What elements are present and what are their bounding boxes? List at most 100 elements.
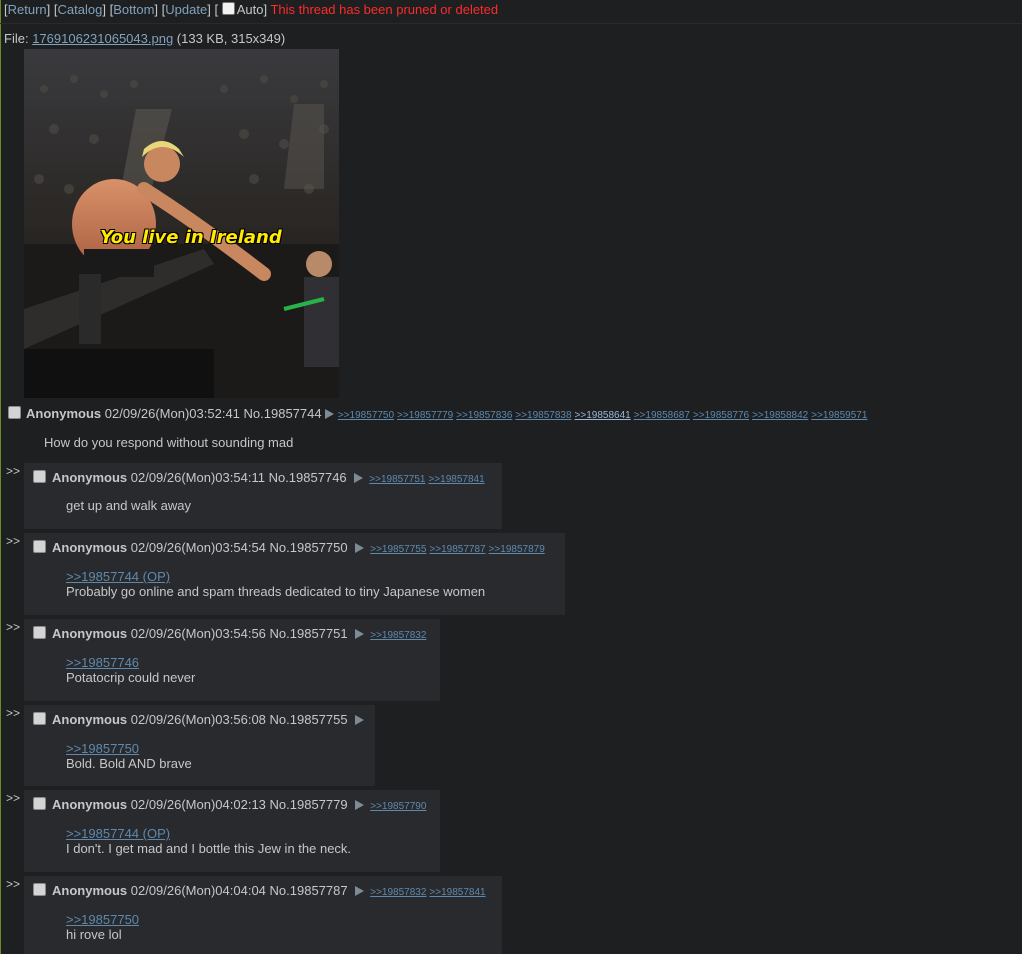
post-datetime: 02/09/26(Mon)03:54:54	[130, 540, 266, 555]
post-number[interactable]: No.19857746	[269, 470, 347, 485]
backlink[interactable]: >>19857838	[515, 410, 571, 421]
reply-side-marker: >>	[6, 706, 21, 720]
reply-header: Anonymous 02/09/26(Mon)04:02:13 No.19857…	[33, 796, 429, 815]
poster-name: Anonymous	[52, 797, 128, 812]
post-menu-arrow-icon[interactable]	[355, 886, 365, 896]
post-number[interactable]: No.19857755	[270, 712, 348, 727]
reply-side-marker: >>	[6, 877, 21, 891]
backlink[interactable]: >>19857879	[489, 544, 545, 555]
reply-select-checkbox[interactable]	[33, 712, 46, 725]
reply-side-marker: >>	[6, 620, 21, 634]
op-backlinks: >>19857750 >>19857779 >>19857836 >>19857838…	[338, 406, 871, 421]
backlink[interactable]: >>19858776	[693, 410, 749, 421]
message-text: hi rove lol	[66, 927, 122, 942]
backlink[interactable]: >>19857841	[429, 887, 485, 898]
post-menu-arrow-icon[interactable]	[325, 409, 335, 419]
poster-name: Anonymous	[52, 626, 128, 641]
message-text: Potatocrip could never	[66, 670, 196, 685]
reply-side-marker: >>	[6, 464, 21, 478]
quote-link[interactable]: >>19857744 (OP)	[66, 569, 170, 584]
reply-message: >>19857744 (OP) I don't. I get mad and I …	[66, 826, 351, 856]
file-label: File:	[4, 31, 29, 46]
post-number[interactable]: No.19857750	[270, 540, 348, 555]
image-caption-text: You live in Ireland	[100, 227, 282, 248]
reply-side-marker: >>	[6, 534, 21, 548]
thread-status-message: This thread has been pruned or deleted	[270, 2, 499, 17]
backlink[interactable]: >>19857841	[428, 474, 484, 485]
quote-link[interactable]: >>19857746	[66, 655, 139, 670]
post-menu-arrow-icon[interactable]	[355, 800, 365, 810]
post-datetime: 02/09/26(Mon)04:02:13	[130, 797, 266, 812]
reply-message: >>19857746 Potatocrip could never	[66, 655, 195, 685]
post-number[interactable]: No.19857751	[270, 626, 348, 641]
quote-link[interactable]: >>19857744 (OP)	[66, 826, 170, 841]
post-menu-arrow-icon[interactable]	[355, 543, 365, 553]
backlink[interactable]: >>19857755	[370, 544, 426, 555]
reply-header: Anonymous 02/09/26(Mon)03:56:08 No.19857…	[33, 711, 370, 728]
op-select-checkbox[interactable]	[8, 406, 21, 419]
reply-header: Anonymous 02/09/26(Mon)03:54:54 No.19857…	[33, 539, 548, 558]
op-message: How do you respond without sounding mad	[44, 435, 294, 450]
reply-header: Anonymous 02/09/26(Mon)03:54:11 No.19857…	[33, 469, 488, 488]
update-link[interactable]: Update	[165, 2, 207, 17]
quote-link[interactable]: >>19857750	[66, 741, 139, 756]
post-datetime: 02/09/26(Mon)03:54:56	[130, 626, 266, 641]
auto-update-checkbox[interactable]	[221, 2, 235, 15]
reply-select-checkbox[interactable]	[33, 540, 46, 553]
post-datetime: 02/09/26(Mon)03:56:08	[130, 712, 266, 727]
backlink[interactable]: >>19858842	[752, 410, 808, 421]
op-post-header: Anonymous 02/09/26(Mon)03:52:41 No.19857…	[8, 405, 870, 425]
backlink[interactable]: >>19857832	[370, 630, 426, 641]
reply-message: >>19857744 (OP) Probably go online and sp…	[66, 569, 485, 599]
poster-name: Anonymous	[52, 883, 128, 898]
return-link[interactable]: Return	[8, 2, 47, 17]
quote-link[interactable]: >>19857750	[66, 912, 139, 927]
backlink[interactable]: >>19857750	[338, 410, 394, 421]
backlink[interactable]: >>19859571	[811, 410, 867, 421]
reply-message: >>19857750 hi rove lol	[66, 912, 139, 942]
op-image-art	[24, 49, 339, 398]
backlink[interactable]: >>19858641	[575, 410, 631, 421]
left-accent-bar	[0, 0, 1, 954]
post-datetime: 02/09/26(Mon)03:52:41	[104, 406, 240, 421]
reply-box: Anonymous 02/09/26(Mon)03:54:56 No.19857…	[24, 619, 440, 701]
backlink[interactable]: >>19857787	[429, 544, 485, 555]
reply-box: Anonymous 02/09/26(Mon)03:56:08 No.19857…	[24, 705, 375, 786]
catalog-link[interactable]: Catalog	[58, 2, 103, 17]
bottom-link[interactable]: Bottom	[113, 2, 154, 17]
reply-select-checkbox[interactable]	[33, 470, 46, 483]
post-menu-arrow-icon[interactable]	[355, 629, 365, 639]
message-text: get up and walk away	[66, 498, 192, 513]
post-number[interactable]: No.19857744	[244, 406, 322, 421]
backlink[interactable]: >>19857751	[369, 474, 425, 485]
reply-select-checkbox[interactable]	[33, 797, 46, 810]
post-menu-arrow-icon[interactable]	[354, 473, 364, 483]
op-image-thumbnail[interactable]: You live in Ireland	[24, 49, 339, 398]
post-datetime: 02/09/26(Mon)03:54:11	[130, 470, 265, 485]
reply-select-checkbox[interactable]	[33, 626, 46, 639]
reply-message: get up and walk away	[66, 498, 191, 513]
reply-select-checkbox[interactable]	[33, 883, 46, 896]
post-datetime: 02/09/26(Mon)04:04:04	[130, 883, 266, 898]
message-text: Probably go online and spam threads dedi…	[66, 584, 486, 599]
reply-header: Anonymous 02/09/26(Mon)04:04:04 No.19857…	[33, 882, 489, 901]
poster-name: Anonymous	[52, 712, 128, 727]
backlink[interactable]: >>19858687	[634, 410, 690, 421]
thread-nav: [Return] [Catalog] [Bottom] [Update] [ A…	[4, 2, 499, 17]
post-number[interactable]: No.19857787	[270, 883, 348, 898]
op-file-info: File: 1769106231065043.png (133 KB, 315x…	[4, 31, 285, 46]
poster-name: Anonymous	[52, 470, 128, 485]
backlink[interactable]: >>19857790	[370, 801, 426, 812]
post-number[interactable]: No.19857779	[270, 797, 348, 812]
reply-header: Anonymous 02/09/26(Mon)03:54:56 No.19857…	[33, 625, 429, 644]
poster-name: Anonymous	[52, 540, 128, 555]
divider	[0, 23, 1022, 24]
post-menu-arrow-icon[interactable]	[355, 715, 365, 725]
auto-label: Auto	[236, 2, 264, 17]
poster-name: Anonymous	[26, 406, 102, 421]
backlink[interactable]: >>19857836	[456, 410, 512, 421]
message-text: I don't. I get mad and I bottle this Jew…	[66, 841, 352, 856]
op-file-link[interactable]: 1769106231065043.png	[32, 31, 173, 46]
backlink[interactable]: >>19857832	[370, 887, 426, 898]
backlink[interactable]: >>19857779	[397, 410, 453, 421]
